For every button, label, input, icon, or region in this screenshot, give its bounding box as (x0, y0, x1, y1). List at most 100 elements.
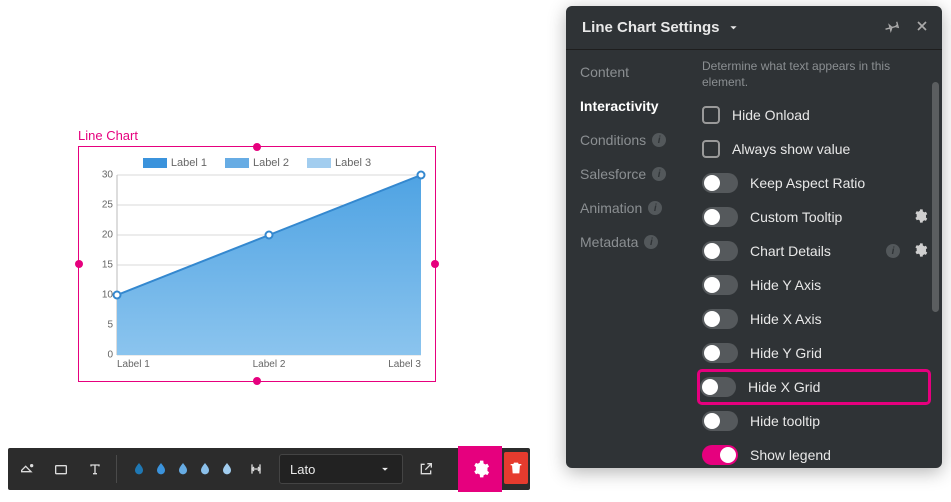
option-row-hide_y_grid: Hide Y Grid (702, 338, 928, 368)
option-row-hide_x_axis: Hide X Axis (702, 304, 928, 334)
spacing-tool-button[interactable] (241, 454, 271, 484)
option-label: Custom Tooltip (750, 209, 900, 225)
info-icon[interactable]: i (652, 133, 666, 147)
font-select[interactable]: Lato (279, 454, 403, 484)
option-label: Hide X Axis (750, 311, 928, 327)
settings-button[interactable] (458, 446, 502, 492)
nav-label: Interactivity (580, 98, 659, 114)
toggle-hide_x_axis[interactable] (702, 309, 738, 329)
chevron-down-icon (378, 462, 392, 476)
fill-tool-button[interactable] (12, 454, 42, 484)
info-icon[interactable]: i (648, 201, 662, 215)
legend-item: Label 1 (143, 157, 207, 169)
option-settings-button[interactable] (912, 208, 928, 227)
open-external-button[interactable] (411, 454, 441, 484)
toggle-custom_tooltip[interactable] (702, 207, 738, 227)
legend-label: Label 3 (335, 157, 371, 169)
y-tick: 0 (107, 350, 113, 361)
info-icon[interactable]: i (652, 167, 666, 181)
nav-label: Metadata (580, 234, 638, 250)
legend-item: Label 3 (307, 157, 371, 169)
pin-button[interactable] (884, 18, 900, 37)
chevron-down-icon (726, 20, 741, 35)
settings-nav-interactivity[interactable]: Interactivity (580, 98, 694, 114)
toggle-keep_aspect[interactable] (702, 173, 738, 193)
settings-panel-title-text: Line Chart Settings (582, 19, 720, 36)
resize-handle-top[interactable] (253, 143, 261, 151)
chart-plot: 051015202530 Label 1Label 2Label 3 (93, 175, 421, 375)
legend-item: Label 2 (225, 157, 289, 169)
border-tool-button[interactable] (46, 454, 76, 484)
option-label: Hide Y Grid (750, 345, 928, 361)
info-icon[interactable]: i (644, 235, 658, 249)
settings-nav-conditions[interactable]: Conditionsi (580, 132, 694, 148)
settings-hint: Determine what text appears in this elem… (702, 58, 928, 90)
toggle-hide_tooltip[interactable] (702, 411, 738, 431)
y-tick: 30 (102, 170, 113, 181)
close-button[interactable] (914, 18, 930, 37)
option-label: Show legend (750, 447, 928, 463)
toggle-hide_y_axis[interactable] (702, 275, 738, 295)
palette-swatches (129, 459, 237, 479)
palette-swatch[interactable] (173, 459, 193, 479)
toggle-show_legend[interactable] (702, 445, 738, 465)
option-label: Hide Y Axis (750, 277, 928, 293)
legend-label: Label 1 (171, 157, 207, 169)
y-tick: 15 (102, 260, 113, 271)
settings-nav-animation[interactable]: Animation i (580, 200, 694, 216)
option-row-custom_tooltip: Custom Tooltip (702, 202, 928, 232)
scrollbar-thumb[interactable] (932, 82, 939, 312)
legend-swatch (143, 158, 167, 168)
x-tick: Label 3 (388, 359, 421, 375)
text-tool-button[interactable] (80, 454, 110, 484)
chart-selection-frame[interactable]: Label 1Label 2Label 3 051015202530 Label… (78, 146, 436, 382)
y-tick: 25 (102, 200, 113, 211)
checkbox-always_show_value[interactable] (702, 140, 720, 158)
settings-nav-metadata[interactable]: Metadata i (580, 234, 694, 250)
option-row-always_show_value: Always show value (702, 134, 928, 164)
settings-nav-salesforce[interactable]: Salesforce i (580, 166, 694, 182)
x-tick: Label 1 (117, 359, 150, 375)
info-icon[interactable]: i (886, 244, 900, 258)
option-label: Hide tooltip (750, 413, 928, 429)
option-label: Hide Onload (732, 107, 928, 123)
delete-button[interactable] (504, 452, 528, 484)
option-label: Always show value (732, 141, 928, 157)
checkbox-hide_onload[interactable] (702, 106, 720, 124)
settings-content: Determine what text appears in this elem… (694, 50, 942, 468)
palette-swatch[interactable] (217, 459, 237, 479)
panel-scrollbar[interactable] (930, 54, 940, 464)
option-settings-button[interactable] (912, 242, 928, 261)
settings-panel: Line Chart Settings Content Interactivity… (566, 6, 942, 468)
editor-toolbar: Lato (8, 448, 530, 490)
option-row-keep_aspect: Keep Aspect Ratio (702, 168, 928, 198)
y-tick: 5 (107, 320, 113, 331)
gear-icon (470, 459, 490, 479)
option-row-chart_details: Chart Detailsi (702, 236, 928, 266)
option-row-hide_x_grid: Hide X Grid (700, 372, 928, 402)
settings-nav-content[interactable]: Content (580, 64, 694, 80)
nav-label: Animation (580, 200, 642, 216)
palette-swatch[interactable] (151, 459, 171, 479)
resize-handle-bottom[interactable] (253, 377, 261, 385)
y-tick: 20 (102, 230, 113, 241)
toggle-chart_details[interactable] (702, 241, 738, 261)
settings-panel-header: Line Chart Settings (566, 6, 942, 50)
legend-label: Label 2 (253, 157, 289, 169)
toggle-hide_y_grid[interactable] (702, 343, 738, 363)
nav-label: Content (580, 64, 629, 80)
resize-handle-left[interactable] (75, 260, 83, 268)
nav-label: Salesforce (580, 166, 646, 182)
x-tick: Label 2 (253, 359, 286, 375)
option-label: Keep Aspect Ratio (750, 175, 928, 191)
toggle-hide_x_grid[interactable] (700, 377, 736, 397)
settings-panel-title[interactable]: Line Chart Settings (582, 19, 741, 36)
selection-label: Line Chart (78, 128, 138, 143)
settings-nav: Content Interactivity Conditionsi Salesforc… (566, 50, 694, 468)
close-icon (914, 18, 930, 34)
option-row-hide_onload: Hide Onload (702, 100, 928, 130)
option-label: Hide X Grid (748, 379, 922, 395)
palette-swatch[interactable] (195, 459, 215, 479)
resize-handle-right[interactable] (431, 260, 439, 268)
palette-swatch[interactable] (129, 459, 149, 479)
